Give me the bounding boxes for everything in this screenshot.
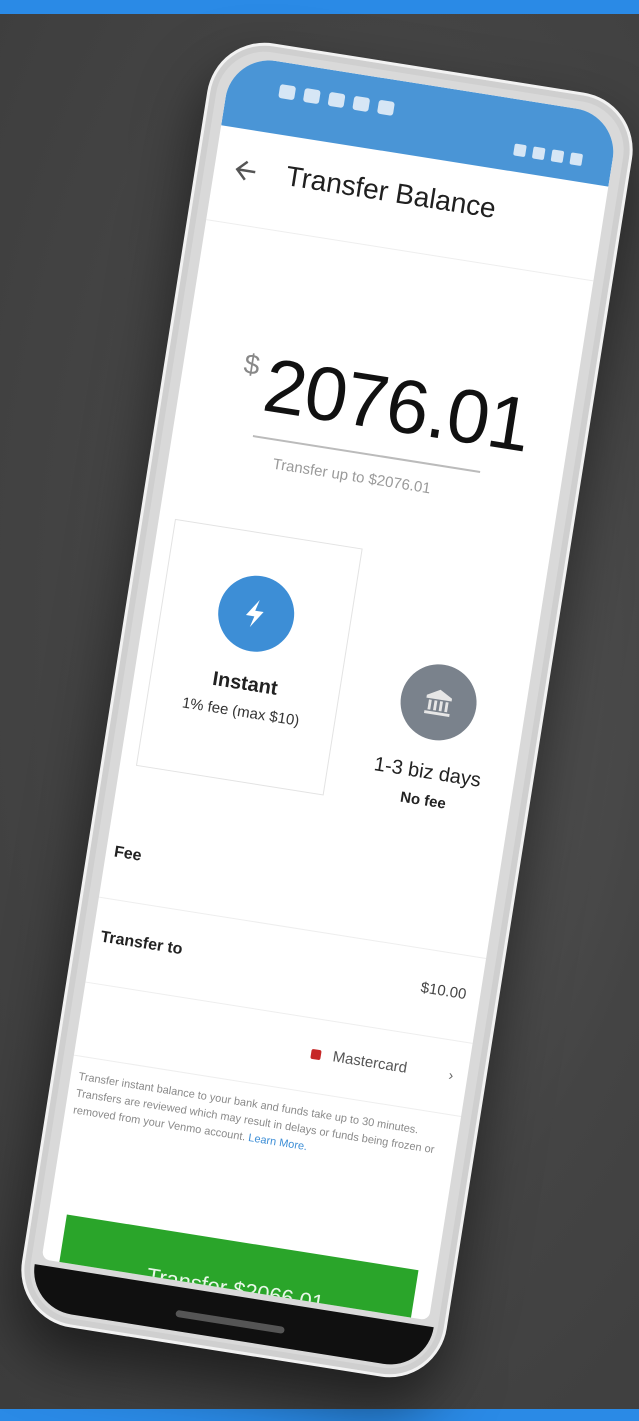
notification-icon bbox=[327, 91, 346, 109]
transfer-speed-options: Instant 1% fee (max $10) 1-3 biz days No… bbox=[112, 516, 546, 874]
lightning-bolt-icon bbox=[212, 570, 300, 658]
instant-option[interactable]: Instant 1% fee (max $10) bbox=[135, 518, 363, 796]
arrow-left-icon[interactable] bbox=[228, 153, 262, 187]
fee-label: Fee bbox=[112, 843, 143, 865]
bank-icon bbox=[395, 658, 483, 746]
notification-icon bbox=[376, 99, 395, 116]
card-icon bbox=[310, 1048, 322, 1061]
clock-icon bbox=[569, 152, 584, 167]
transfer-limit-text: Transfer up to $2076.01 bbox=[271, 455, 432, 498]
standard-option[interactable]: 1-3 biz days No fee bbox=[318, 608, 545, 885]
notification-icons bbox=[278, 83, 395, 116]
fee-value: $10.00 bbox=[419, 979, 468, 1004]
bottom-banner bbox=[0, 1409, 639, 1421]
top-banner bbox=[0, 0, 639, 14]
amount-section: $ 2076.01 Transfer up to $2076.01 bbox=[159, 220, 593, 578]
notification-icon bbox=[302, 87, 321, 105]
amount-value[interactable]: 2076.01 bbox=[258, 342, 536, 470]
currency-symbol: $ bbox=[241, 347, 263, 382]
signal-icon bbox=[513, 143, 527, 158]
notification-icon bbox=[278, 83, 297, 101]
account-name: Mastercard bbox=[331, 1048, 409, 1077]
system-icons bbox=[513, 143, 584, 167]
page-title: Transfer Balance bbox=[283, 160, 499, 225]
notification-icon bbox=[352, 95, 371, 113]
amount-input[interactable]: $ 2076.01 bbox=[235, 338, 536, 470]
transfer-to-label: Transfer to bbox=[99, 928, 184, 959]
chevron-right-icon: › bbox=[447, 1066, 455, 1084]
wifi-icon bbox=[531, 146, 546, 161]
learn-more-link[interactable]: Learn More. bbox=[247, 1132, 307, 1153]
battery-icon bbox=[550, 149, 565, 164]
